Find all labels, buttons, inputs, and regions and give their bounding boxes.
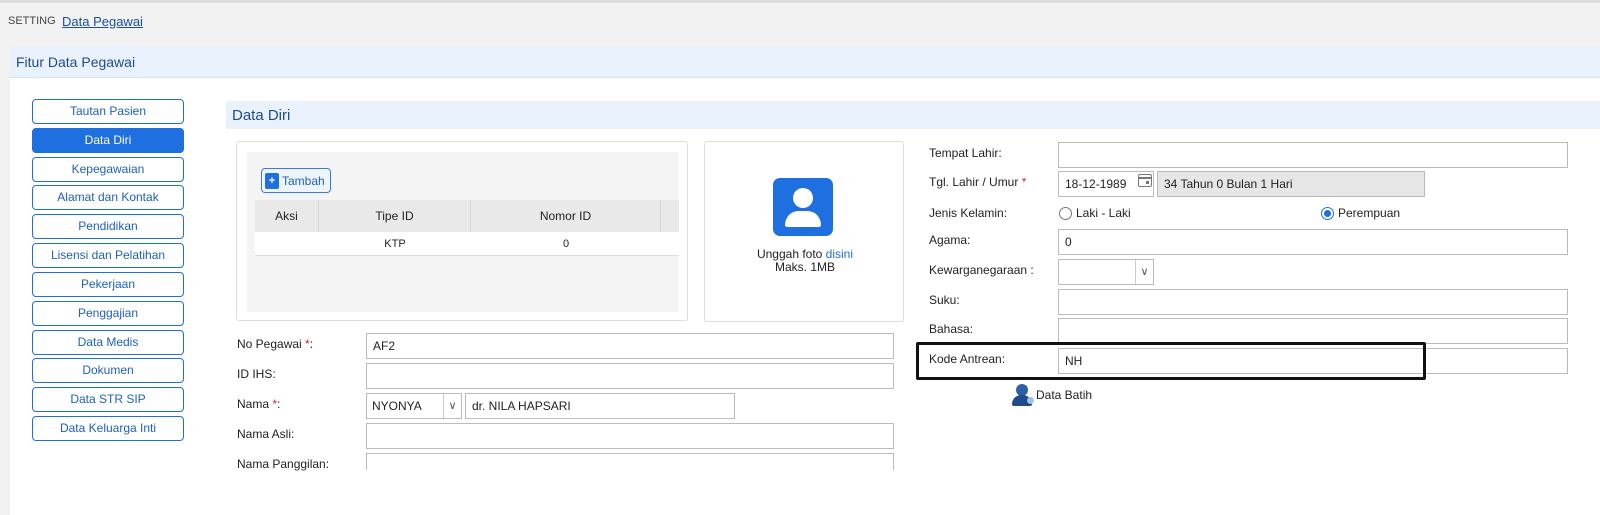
cell-aksi	[255, 232, 319, 255]
photo-max-size: Maks. 1MB	[774, 260, 835, 274]
tab-kepegawaian[interactable]: Kepegawaian	[32, 157, 184, 182]
calendar-icon[interactable]	[1138, 174, 1152, 187]
tambah-label: Tambah	[282, 173, 325, 188]
nama-title-value: NYONYA	[372, 399, 422, 413]
suku-input[interactable]	[1058, 289, 1568, 315]
id-ihs-input[interactable]	[366, 363, 894, 389]
panel-title: Fitur Data Pegawai	[16, 54, 136, 70]
no-pegawai-label: No Pegawai *:	[237, 337, 314, 351]
tab-pekerjaan[interactable]: Pekerjaan	[32, 272, 184, 297]
breadcrumb-root: SETTING	[8, 15, 56, 27]
tgl-lahir-label: Tgl. Lahir / Umur *	[929, 175, 1027, 189]
data-batih-link[interactable]: Data Batih	[1036, 388, 1092, 402]
nama-input[interactable]: dr. NILA HAPSARI	[465, 393, 735, 419]
tempat-lahir-input[interactable]	[1058, 142, 1568, 168]
family-user-icon[interactable]	[1010, 383, 1034, 407]
radio-laki-laki[interactable]	[1059, 207, 1072, 220]
kewarganegaraan-select[interactable]: ∨	[1058, 259, 1154, 285]
kode-antrean-input[interactable]: NH	[1058, 348, 1568, 374]
tambah-button[interactable]: + Tambah	[261, 168, 331, 193]
nama-panggilan-label: Nama Panggilan:	[237, 457, 330, 471]
breadcrumb-current-link[interactable]: Data Pegawai	[62, 14, 143, 29]
table-row: KTP 0	[255, 232, 679, 256]
radio-laki-laki-label: Laki - Laki	[1076, 206, 1131, 220]
radio-perempuan[interactable]	[1321, 207, 1334, 220]
photo-upload-prefix: Unggah foto	[756, 247, 826, 261]
id-table-header: Aksi Tipe ID Nomor ID	[255, 200, 679, 232]
cell-nomor-id: 0	[562, 238, 570, 250]
nama-title-select[interactable]: NYONYA ∨	[366, 393, 462, 419]
bahasa-label: Bahasa:	[929, 322, 974, 336]
kode-antrean-label: Kode Antrean:	[929, 352, 1006, 366]
tab-dokumen[interactable]: Dokumen	[32, 358, 184, 383]
column-header-aksi: Aksi	[255, 200, 319, 232]
agama-label: Agama:	[929, 233, 971, 247]
bahasa-input[interactable]	[1058, 318, 1568, 344]
tab-data-diri[interactable]: Data Diri	[32, 128, 184, 153]
add-file-icon: +	[265, 172, 279, 189]
umur-readonly: 34 Tahun 0 Bulan 1 Hari	[1157, 171, 1425, 197]
chevron-down-icon: ∨	[1135, 260, 1153, 284]
tab-alamat-dan-kontak[interactable]: Alamat dan Kontak	[32, 185, 184, 210]
jenis-kelamin-label: Jenis Kelamin:	[929, 206, 1008, 220]
id-table-container: + Tambah Aksi Tipe ID Nomor ID KTP 0	[247, 152, 679, 312]
id-ihs-label: ID IHS:	[237, 367, 276, 381]
tab-pendidikan[interactable]: Pendidikan	[32, 214, 184, 239]
cell-tipe-id: KTP	[384, 238, 406, 250]
agama-input[interactable]: 0	[1058, 229, 1568, 255]
column-header-tipe-id: Tipe ID	[319, 200, 471, 232]
nama-asli-input[interactable]	[366, 423, 894, 449]
suku-label: Suku:	[929, 293, 960, 307]
tab-tautan-pasien[interactable]: Tautan Pasien	[32, 99, 184, 124]
photo-upload-link[interactable]: disini	[826, 247, 853, 261]
section-title: Data Diri	[232, 107, 291, 124]
nama-panggilan-input[interactable]	[366, 453, 894, 470]
nama-label: Nama *:	[237, 397, 281, 411]
radio-perempuan-label: Perempuan	[1338, 206, 1401, 220]
panel-header: Fitur Data Pegawai	[10, 46, 1600, 78]
id-table: Aksi Tipe ID Nomor ID KTP 0	[255, 200, 679, 256]
section-header: Data Diri	[226, 101, 1600, 129]
main-panel: Fitur Data Pegawai Tautan Pasien Data Di…	[10, 46, 1600, 515]
tab-data-keluarga-inti[interactable]: Data Keluarga Inti	[32, 416, 184, 441]
chevron-down-icon: ∨	[443, 394, 461, 418]
no-pegawai-input[interactable]: AF2	[366, 333, 894, 359]
id-card-box: + Tambah Aksi Tipe ID Nomor ID KTP 0	[236, 141, 688, 321]
tab-lisensi-dan-pelatihan[interactable]: Lisensi dan Pelatihan	[32, 243, 184, 268]
tempat-lahir-label: Tempat Lahir:	[929, 146, 1002, 160]
user-avatar-icon	[773, 178, 833, 236]
column-header-nomor-id: Nomor ID	[471, 200, 661, 232]
photo-upload-text: Unggah foto disini Maks. 1MB	[705, 248, 905, 274]
top-bar: SETTING Data Pegawai	[0, 0, 1600, 36]
tab-penggajian[interactable]: Penggajian	[32, 301, 184, 326]
tab-data-str-sip[interactable]: Data STR SIP	[32, 387, 184, 412]
tab-data-medis[interactable]: Data Medis	[32, 330, 184, 355]
photo-upload-box[interactable]: Unggah foto disini Maks. 1MB	[704, 141, 904, 322]
nama-asli-label: Nama Asli:	[237, 427, 295, 441]
kewarganegaraan-label: Kewarganegaraan :	[929, 263, 1034, 277]
